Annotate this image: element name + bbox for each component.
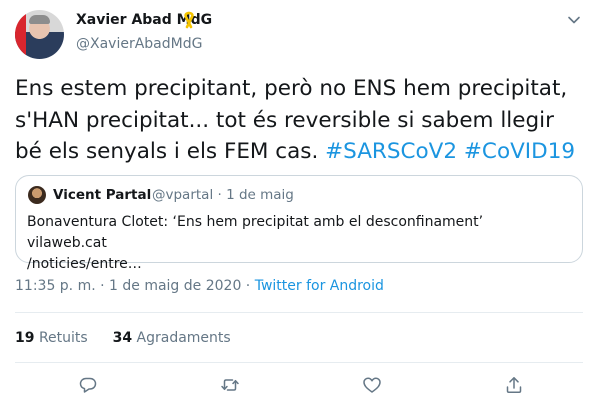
engagement-stats: 19 Retuits 34 Agradaments: [15, 330, 231, 346]
quoted-text-line-1: Bonaventura Clotet: ‘Ens hem precipitat …: [27, 214, 484, 251]
hashtag-covid19[interactable]: #CoVID19: [464, 139, 575, 164]
retweets-count: 19: [15, 330, 35, 346]
retweet-button[interactable]: [220, 375, 240, 395]
divider: [15, 312, 583, 313]
reply-button[interactable]: [78, 375, 98, 395]
yellow-ribbon-icon: [184, 11, 194, 29]
hashtag-sarscov2[interactable]: #SARSCoV2: [325, 139, 457, 164]
quoted-tweet-card[interactable]: Vicent Partal @vpartal · 1 de maig Bonav…: [15, 175, 583, 272]
quoted-text-line-2: /noticies/entre…: [27, 256, 142, 272]
likes-label: Agradaments: [136, 330, 231, 346]
likes-stat[interactable]: 34 Agradaments: [113, 330, 231, 346]
retweets-label: Retuits: [38, 330, 88, 346]
quoted-author-avatar: [28, 186, 46, 204]
quoted-author-name: Vicent Partal: [53, 187, 152, 203]
like-button[interactable]: [362, 375, 382, 395]
like-icon: [363, 377, 381, 393]
chevron-down-icon[interactable]: [567, 13, 581, 27]
tweet-source-link[interactable]: Twitter for Android: [255, 278, 384, 294]
author-handle[interactable]: @XavierAbadMdG: [76, 36, 202, 52]
divider: [15, 362, 583, 363]
avatar-hair: [29, 15, 50, 24]
tweet-text: Ens estem precipitant, però no ENS hem p…: [15, 73, 585, 168]
avatar-background: [15, 10, 26, 59]
quoted-tweet-text: Bonaventura Clotet: ‘Ens hem precipitat …: [27, 212, 567, 275]
retweets-stat[interactable]: 19 Retuits: [15, 330, 88, 346]
share-icon: [506, 377, 522, 394]
reply-icon: [79, 377, 97, 393]
author-avatar[interactable]: [15, 10, 64, 59]
likes-count: 34: [112, 330, 133, 346]
retweet-icon: [221, 379, 239, 391]
quoted-author-handle-date: @vpartal · 1 de maig: [152, 187, 294, 203]
tweet-meta: 11:35 p. m. · 1 de maig de 2020 · Twitte…: [15, 278, 384, 294]
tweet-timestamp[interactable]: 11:35 p. m. · 1 de maig de 2020 ·: [15, 278, 255, 294]
share-button[interactable]: [504, 375, 524, 395]
